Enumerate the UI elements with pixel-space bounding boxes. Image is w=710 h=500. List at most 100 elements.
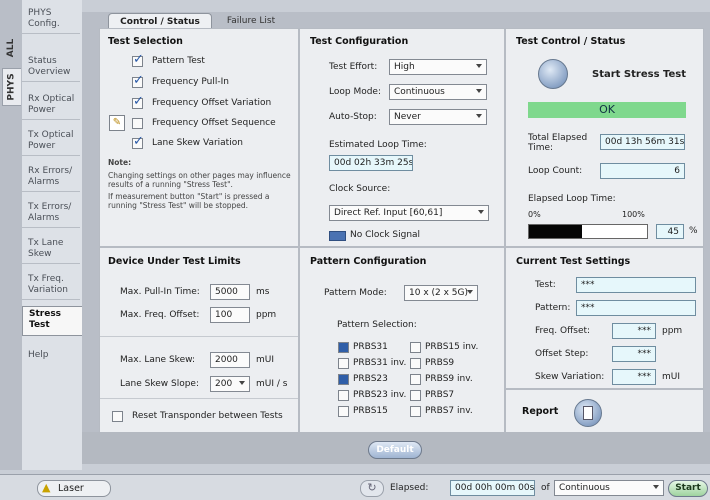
prbs15-inv-label: PRBS15 inv. [425, 342, 479, 352]
prbs9-inv-checkbox[interactable] [410, 374, 421, 385]
max-lane-skew-unit: mUI [256, 355, 275, 365]
sidebar-item-rx-errors[interactable]: Rx Errors/ Alarms [22, 166, 80, 192]
progress-percent-value: 45 [656, 224, 684, 239]
prbs7-checkbox[interactable] [410, 390, 421, 401]
sidebar-item-tx-errors[interactable]: Tx Errors/ Alarms [22, 202, 80, 228]
offset-step-label: Offset Step: [535, 349, 589, 359]
tab-failure-list[interactable]: Failure List [216, 13, 286, 29]
no-clock-signal-label: No Clock Signal [350, 230, 421, 240]
auto-stop-label: Auto-Stop: [329, 112, 377, 122]
dut-limits-panel: Device Under Test Limits Max. Pull-In Ti… [99, 247, 299, 433]
loop-mode-label: Loop Mode: [329, 87, 381, 97]
test-effort-select[interactable]: High [389, 59, 487, 75]
test-configuration-panel: Test Configuration Test Effort: High Loo… [299, 28, 505, 247]
prbs9-inv-label: PRBS9 inv. [425, 374, 473, 384]
freq-offset-label: Freq. Offset: [535, 326, 591, 336]
duration-select[interactable]: Continuous [554, 480, 664, 496]
skew-variation-value: *** [612, 369, 656, 385]
freq-offset-unit: ppm [662, 326, 683, 336]
pattern-test-label: Pattern Test [152, 56, 205, 66]
frequency-pull-in-label: Frequency Pull-In [152, 77, 229, 87]
pattern-selection-label: Pattern Selection: [337, 320, 417, 330]
elapsed-value: 00d 00h 00m 00s [450, 480, 535, 496]
laser-label: Laser [58, 483, 84, 494]
progress-percent-unit: % [689, 226, 698, 236]
elapsed-loop-progress-bar [528, 224, 648, 239]
laser-button[interactable]: ▲ Laser [37, 480, 111, 497]
frequency-pull-in-checkbox[interactable] [132, 73, 144, 88]
sidebar-item-phys-config[interactable]: PHYS Config. [22, 8, 80, 34]
status-ok-indicator: OK [528, 102, 686, 118]
divider [100, 398, 298, 399]
max-freq-offset-label: Max. Freq. Offset: [120, 310, 200, 320]
pattern-mode-select[interactable]: 10 x (2 x 5G) [404, 285, 478, 301]
max-pull-in-input[interactable]: 5000 [210, 284, 250, 300]
pattern-test-checkbox[interactable] [132, 52, 144, 67]
test-selection-panel: Test Selection Pattern Test Frequency Pu… [99, 28, 299, 247]
sidebar-item-help[interactable]: Help [22, 350, 80, 364]
freq-offset-variation-checkbox[interactable] [132, 94, 144, 109]
current-pattern-label: Pattern: [535, 303, 571, 313]
sidebar-item-tx-optical-power[interactable]: Tx Optical Power [22, 130, 80, 156]
clock-source-select[interactable]: Direct Ref. Input [60,61] [329, 205, 489, 221]
freq-offset-sequence-checkbox[interactable] [132, 118, 143, 129]
progress-fill [529, 225, 583, 238]
lane-skew-variation-checkbox[interactable] [132, 134, 144, 149]
clock-source-label: Clock Source: [329, 184, 391, 194]
freq-offset-sequence-label: Frequency Offset Sequence [152, 118, 276, 128]
current-test-label: Test: [535, 280, 556, 290]
vertical-tab-strip: ALL PHYS [0, 0, 23, 470]
sidebar: PHYS Config. Status Overview Rx Optical … [22, 0, 84, 470]
prbs9-checkbox[interactable] [410, 358, 421, 369]
vtab-phys[interactable]: PHYS [2, 68, 21, 106]
loop-count-label: Loop Count: [528, 166, 583, 176]
prbs15-inv-checkbox[interactable] [410, 342, 421, 353]
prbs23-checkbox[interactable] [338, 374, 349, 385]
lane-skew-slope-label: Lane Skew Slope: [120, 379, 199, 389]
prbs31-checkbox[interactable] [338, 342, 349, 353]
max-freq-offset-input[interactable]: 100 [210, 307, 250, 323]
sidebar-item-stress-test[interactable]: Stress Test [22, 306, 84, 336]
sidebar-item-rx-optical-power[interactable]: Rx Optical Power [22, 94, 80, 120]
max-pull-in-unit: ms [256, 287, 270, 297]
prbs7-inv-checkbox[interactable] [410, 406, 421, 417]
default-button[interactable]: Default [368, 441, 422, 459]
sidebar-item-tx-freq-variation[interactable]: Tx Freq. Variation [22, 274, 80, 300]
max-lane-skew-input[interactable]: 2000 [210, 352, 250, 368]
prbs15-label: PRBS15 [353, 406, 388, 416]
prbs23-inv-checkbox[interactable] [338, 390, 349, 401]
sidebar-item-tx-lane-skew[interactable]: Tx Lane Skew [22, 238, 80, 264]
start-stress-test-button[interactable] [538, 59, 568, 89]
loop-count-value: 6 [600, 163, 685, 179]
vtab-all[interactable]: ALL [2, 30, 20, 66]
divider [100, 336, 298, 337]
estimated-loop-time-value: 00d 02h 33m 25s [329, 155, 413, 171]
lane-skew-variation-label: Lane Skew Variation [152, 138, 243, 148]
elapsed-loop-label: Elapsed Loop Time: [528, 194, 616, 204]
sidebar-item-status-overview[interactable]: Status Overview [22, 56, 80, 82]
prbs7-label: PRBS7 [425, 390, 455, 400]
total-elapsed-value: 00d 13h 56m 31s [600, 134, 685, 150]
elapsed-label: Elapsed: [390, 483, 429, 493]
prbs23-label: PRBS23 [353, 374, 388, 384]
current-test-value: *** [576, 277, 696, 293]
prbs31-inv-checkbox[interactable] [338, 358, 349, 369]
status-bar: ▲ Laser ↻ Elapsed: 00d 00h 00m 00s of Co… [0, 474, 710, 500]
skew-variation-label: Skew Variation: [535, 372, 605, 382]
start-stress-test-label: Start Stress Test [592, 69, 687, 80]
report-button[interactable] [574, 399, 602, 427]
edit-pencil-icon[interactable]: ✎ [109, 115, 125, 131]
test-control-title: Test Control / Status [516, 36, 626, 47]
warning-icon: ▲ [42, 481, 51, 494]
lane-skew-slope-select[interactable]: 200 [210, 376, 250, 392]
reset-transponder-checkbox[interactable] [112, 411, 123, 422]
auto-stop-select[interactable]: Never [389, 109, 487, 125]
progress-0-label: 0% [528, 210, 541, 219]
prbs15-checkbox[interactable] [338, 406, 349, 417]
current-settings-panel: Current Test Settings Test: *** Pattern:… [505, 247, 704, 389]
test-effort-label: Test Effort: [329, 62, 378, 72]
start-button[interactable]: Start [668, 480, 708, 497]
loop-mode-select[interactable]: Continuous [389, 84, 487, 100]
refresh-icon[interactable]: ↻ [360, 480, 384, 497]
prbs31-label: PRBS31 [353, 342, 388, 352]
